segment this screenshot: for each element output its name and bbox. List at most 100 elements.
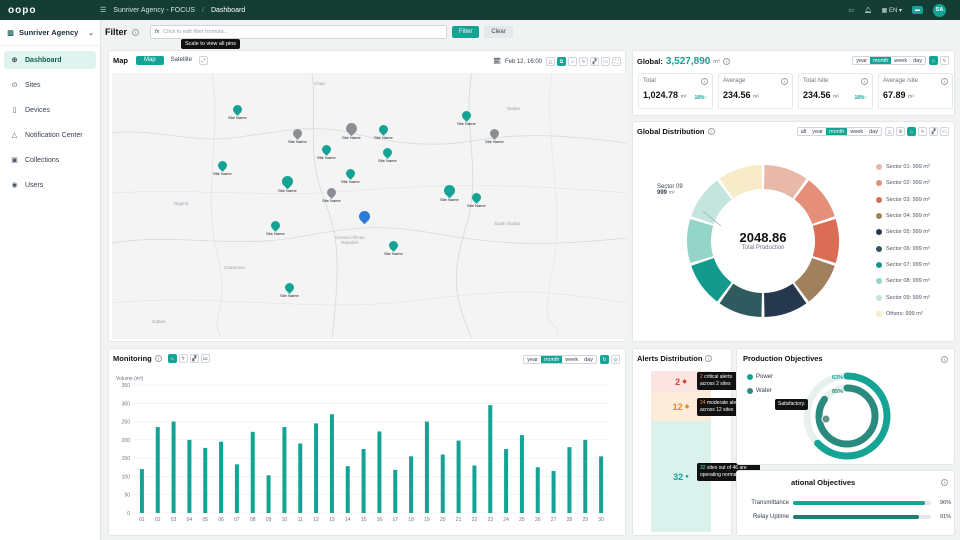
info-icon[interactable]: i: [941, 356, 948, 363]
home-icon[interactable]: ⌂: [907, 127, 916, 136]
bar[interactable]: [599, 456, 604, 513]
map-layer-icon[interactable]: ⧉: [557, 57, 566, 66]
bar[interactable]: [345, 466, 350, 513]
bar[interactable]: [282, 427, 287, 513]
signal-icon[interactable]: ▞: [929, 127, 938, 136]
menu-toggle-icon[interactable]: ☰: [100, 6, 106, 14]
site-pin[interactable]: Site Name: [213, 159, 232, 176]
period-month[interactable]: month: [540, 356, 563, 363]
bar[interactable]: [424, 421, 429, 513]
comment-icon[interactable]: ▭: [200, 354, 210, 363]
comment-icon[interactable]: ▭: [940, 127, 949, 136]
bar[interactable]: [393, 469, 398, 513]
legend-item[interactable]: Others: 999 m³: [876, 306, 930, 322]
bar[interactable]: [171, 421, 176, 513]
bar[interactable]: [456, 440, 461, 513]
site-pin[interactable]: Site Name: [378, 146, 397, 163]
legend-item[interactable]: Sector 04: 999 m³: [876, 208, 930, 224]
selected-site-pin[interactable]: [356, 208, 373, 225]
bar[interactable]: [551, 470, 556, 513]
history-icon[interactable]: ↻: [600, 355, 609, 364]
period-all[interactable]: all: [798, 128, 810, 135]
fit-pins-icon[interactable]: ⤢: [199, 56, 209, 65]
breadcrumb-root[interactable]: Sunriver Agency - FOCUS: [113, 7, 195, 14]
legend-item[interactable]: Sector 01: 999 m³: [876, 159, 930, 175]
info-icon[interactable]: i: [707, 128, 715, 135]
site-pin[interactable]: Site Name: [317, 143, 336, 160]
bar[interactable]: [314, 423, 319, 513]
period-week[interactable]: week: [891, 57, 910, 64]
bar[interactable]: [329, 414, 334, 513]
bar[interactable]: [266, 475, 271, 513]
period-selector[interactable]: year month week day: [852, 56, 926, 65]
bar[interactable]: [567, 447, 572, 513]
period-day[interactable]: day: [910, 57, 925, 64]
legend-item[interactable]: Sector 08: 999 m³: [876, 273, 930, 289]
legend-item[interactable]: Sector 06: 999 m³: [876, 240, 930, 256]
info-icon[interactable]: i: [781, 78, 788, 85]
tab-satellite[interactable]: Satellite: [166, 56, 197, 65]
book-icon[interactable]: ▭: [848, 7, 854, 14]
donut-slice[interactable]: [812, 218, 839, 264]
bar[interactable]: [219, 441, 224, 513]
bar[interactable]: [488, 405, 493, 513]
site-pin[interactable]: Site Name: [341, 167, 360, 184]
bar[interactable]: [203, 447, 208, 513]
sidebar-item-sites[interactable]: ⊙ Sites: [4, 76, 96, 94]
site-pin[interactable]: Site Name: [467, 191, 486, 208]
bar[interactable]: [519, 435, 524, 513]
legend-item[interactable]: Sector 03: 999 m³: [876, 192, 930, 208]
info-icon[interactable]: i: [132, 28, 140, 36]
bell-icon[interactable]: 🔔︎: [864, 7, 872, 14]
sidebar-item-collections[interactable]: ▣ Collections: [4, 151, 96, 169]
info-icon[interactable]: i: [941, 479, 948, 486]
legend-item[interactable]: Sector 07: 999 m³: [876, 257, 930, 273]
site-pin[interactable]: Site Name: [384, 239, 403, 256]
period-year[interactable]: year: [853, 57, 870, 64]
period-month[interactable]: month: [825, 128, 848, 135]
info-icon[interactable]: i: [941, 78, 948, 85]
bar[interactable]: [440, 454, 445, 513]
bar[interactable]: [361, 449, 366, 513]
bar[interactable]: [298, 443, 303, 513]
bar[interactable]: [583, 439, 588, 513]
status-indicator-icon[interactable]: ▬: [912, 6, 923, 14]
home-icon[interactable]: ⌂: [167, 354, 177, 363]
bar[interactable]: [155, 427, 160, 513]
ring-marker-icon[interactable]: [821, 414, 831, 424]
site-pin[interactable]: Site Name: [374, 123, 393, 140]
power-icon[interactable]: ϟ: [918, 127, 927, 136]
period-day[interactable]: day: [581, 356, 596, 363]
period-day[interactable]: day: [866, 128, 881, 135]
period-week[interactable]: week: [562, 356, 581, 363]
period-week[interactable]: week: [847, 128, 866, 135]
home-icon[interactable]: ⌂: [929, 56, 938, 65]
bar[interactable]: [250, 431, 255, 513]
period-month[interactable]: month: [869, 57, 892, 64]
sidebar-item-devices[interactable]: ▯ Devices: [4, 101, 96, 119]
site-pin[interactable]: Site Name: [280, 281, 299, 298]
alert-filter-icon[interactable]: △: [546, 57, 555, 66]
bar[interactable]: [187, 439, 192, 513]
site-pin[interactable]: Site Name: [485, 127, 504, 144]
agency-selector[interactable]: ▥ Sunriver Agency ⌄: [0, 20, 100, 46]
donut-slice[interactable]: [687, 218, 714, 264]
period-year[interactable]: year: [809, 128, 826, 135]
bar[interactable]: [139, 469, 144, 513]
signal-icon[interactable]: ▞: [189, 354, 199, 363]
info-icon[interactable]: i: [705, 355, 713, 362]
settings-icon[interactable]: ⚙: [896, 127, 905, 136]
bar[interactable]: [472, 465, 477, 513]
site-pin[interactable]: Site Name: [342, 120, 361, 140]
legend-item[interactable]: Sector 09: 999 m³: [876, 289, 930, 305]
site-pin[interactable]: Site Name: [322, 186, 341, 203]
avatar[interactable]: SA: [933, 3, 946, 17]
info-icon[interactable]: i: [861, 78, 868, 85]
power-icon[interactable]: ϟ: [579, 57, 588, 66]
power-icon[interactable]: ϟ: [940, 56, 949, 65]
site-pin[interactable]: Site Name: [266, 219, 285, 236]
bar[interactable]: [409, 456, 414, 513]
sidebar-item-dashboard[interactable]: ⊕ Dashboard: [4, 51, 96, 69]
home-icon[interactable]: ⌂: [568, 57, 577, 66]
period-year[interactable]: year: [524, 356, 541, 363]
